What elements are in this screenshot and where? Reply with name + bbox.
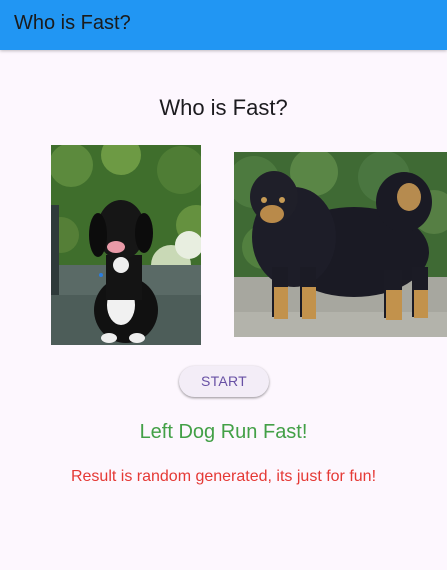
app-bar-title: Who is Fast? <box>14 12 131 34</box>
left-dog-picture <box>51 145 201 345</box>
start-button[interactable]: START <box>179 366 269 397</box>
right-dog-picture <box>234 152 447 337</box>
app-bar: Who is Fast? <box>0 0 447 50</box>
disclaimer-text: Result is random generated, its just for… <box>70 468 377 485</box>
page-title: Who is Fast? <box>159 95 288 120</box>
result-text: Left Dog Run Fast! <box>139 421 308 443</box>
right-dog-image <box>234 152 447 337</box>
left-dog-image <box>51 145 201 345</box>
